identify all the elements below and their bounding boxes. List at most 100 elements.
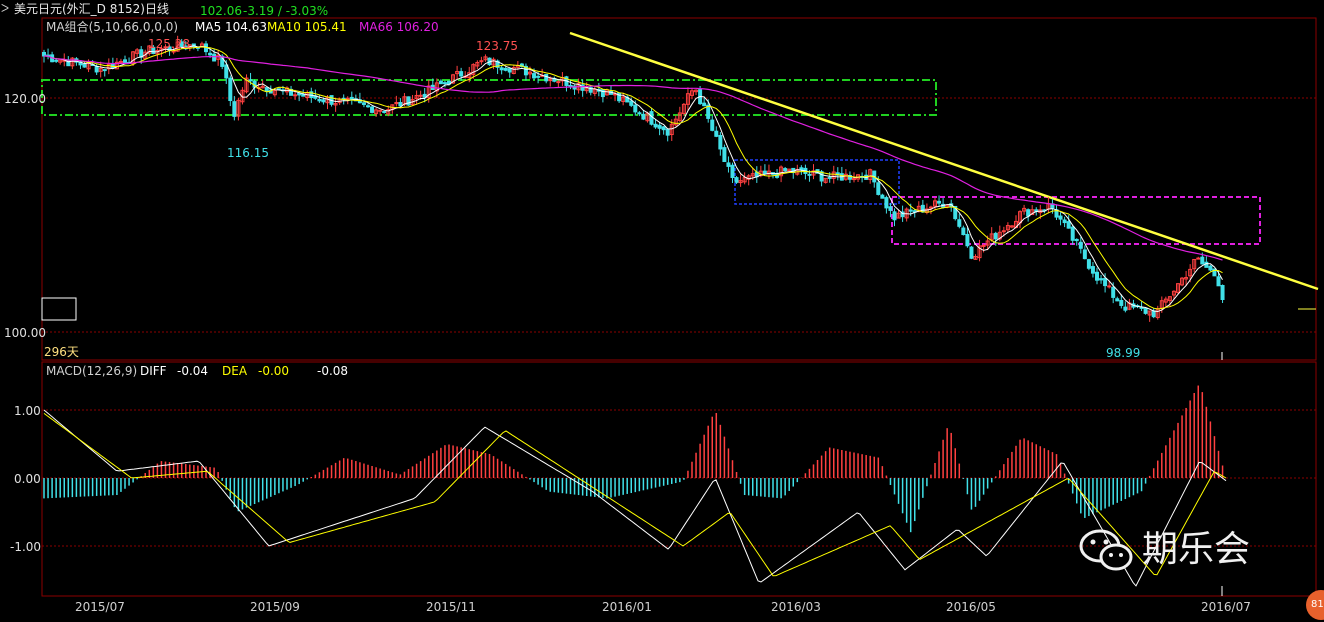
bear-candle xyxy=(366,105,370,108)
bull-candle xyxy=(378,109,383,112)
bear-candle xyxy=(438,80,443,85)
bull-candle xyxy=(418,94,423,97)
bear-candle xyxy=(957,219,962,227)
bear-candle xyxy=(1066,221,1071,229)
bull-candle xyxy=(479,60,484,63)
low-annotation-1: 116.15 xyxy=(227,146,269,160)
ma5-legend: MA5 104.63 xyxy=(195,20,267,34)
bear-candle xyxy=(1204,261,1209,268)
bear-candle xyxy=(734,177,739,183)
bear-candle xyxy=(783,168,788,172)
bear-candle xyxy=(503,67,508,71)
ma10-legend: MA10 105.41 xyxy=(267,20,347,34)
x-tick-2015-09: 2015/09 xyxy=(250,600,300,614)
diff-line xyxy=(43,409,1227,587)
bull-candle xyxy=(118,60,123,63)
bear-candle xyxy=(499,67,504,71)
macd-lines xyxy=(43,409,1227,587)
bear-candle xyxy=(714,130,719,137)
bear-candle xyxy=(961,227,966,236)
bear-candle xyxy=(1086,259,1091,269)
bear-candle xyxy=(726,162,731,167)
bear-candle xyxy=(361,102,366,106)
bear-candle xyxy=(1074,238,1079,242)
corner-badge-text: 81 xyxy=(1311,599,1324,610)
bear-candle xyxy=(633,104,638,113)
bear-candle xyxy=(892,211,897,221)
bear-candle xyxy=(398,102,403,107)
bear-candle xyxy=(641,113,646,120)
bear-candle xyxy=(54,59,59,62)
bear-candle xyxy=(965,233,970,247)
bear-candle xyxy=(1200,256,1205,265)
bull-candle xyxy=(1107,285,1112,288)
diff-value: -0.04 xyxy=(177,364,209,378)
bear-candle xyxy=(1062,219,1067,224)
bear-candle xyxy=(920,204,925,213)
bear-candle xyxy=(876,182,881,195)
dea-label: DEA xyxy=(222,364,248,378)
bear-candle xyxy=(807,173,812,176)
bull-candle xyxy=(928,206,933,209)
bear-candle xyxy=(993,232,998,240)
bear-candle xyxy=(544,73,549,82)
pattern-boxes xyxy=(41,31,1319,291)
bear-candle xyxy=(321,99,326,103)
bear-candle xyxy=(1026,209,1031,217)
bear-candle xyxy=(507,68,512,73)
bear-candle xyxy=(969,246,974,259)
dea-line xyxy=(43,412,1227,577)
downtrend-line xyxy=(569,31,1319,291)
bear-candle xyxy=(1151,310,1156,318)
diff-label: DIFF xyxy=(140,364,167,378)
watermark-text: 期乐会 xyxy=(1142,529,1251,570)
watermark: 期乐会 xyxy=(1078,526,1278,576)
bear-candle xyxy=(317,98,322,102)
bear-candle xyxy=(637,112,642,115)
bear-candle xyxy=(661,126,666,131)
bull-candle xyxy=(852,178,856,181)
candles xyxy=(42,35,1225,322)
high-annotation-2: 123.75 xyxy=(476,39,518,53)
instrument-title: 美元日元(外汇_D 8152)日线 xyxy=(14,2,169,16)
macd-tick-1: 1.00 xyxy=(14,404,41,418)
bull-candle xyxy=(171,50,176,53)
instrument-prefix-icon: ᐳ xyxy=(1,2,10,15)
bear-candle xyxy=(1082,249,1087,260)
bear-candle xyxy=(532,73,537,79)
dea-value: -0.00 xyxy=(258,364,290,378)
macd-legend-name: MACD(12,26,9) xyxy=(46,364,138,378)
bull-candle xyxy=(556,81,561,84)
bear-candle xyxy=(406,96,411,106)
bear-candle xyxy=(1090,266,1095,274)
bear-candle xyxy=(1099,278,1104,281)
price-change: -3.19 / -3.03% xyxy=(243,4,329,18)
low-annotation-2: 98.99 xyxy=(1106,346,1141,360)
macd-tick-0: 0.00 xyxy=(14,472,41,486)
bear-candle xyxy=(1095,271,1099,281)
x-tick-2015-07: 2015/07 xyxy=(75,600,125,614)
bear-candle xyxy=(82,63,87,68)
x-tick-2016-03: 2016/03 xyxy=(771,600,821,614)
macd-histogram xyxy=(43,385,1224,533)
bear-candle xyxy=(649,111,654,125)
bear-candle xyxy=(382,110,387,113)
ma-legend-name: MA组合(5,10,66,0,0,0) xyxy=(46,20,179,34)
magenta-range-box xyxy=(891,196,1261,245)
bear-candle xyxy=(568,84,573,87)
bear-candle xyxy=(730,164,735,178)
bear-candle xyxy=(228,77,233,102)
x-tick-2016-01: 2016/01 xyxy=(602,600,652,614)
macd-value: -0.08 xyxy=(317,364,349,378)
bull-candle xyxy=(1001,230,1006,233)
bear-candle xyxy=(248,79,253,82)
bear-candle xyxy=(722,147,727,163)
bear-candle xyxy=(799,167,804,171)
price-tick-120: 120.00 xyxy=(4,92,46,106)
bear-candle xyxy=(1123,306,1128,311)
bear-candle xyxy=(123,59,127,64)
price-scale-marker xyxy=(41,297,77,321)
bear-candle xyxy=(422,93,427,98)
bear-candle xyxy=(349,96,354,100)
bear-candle xyxy=(1208,265,1213,271)
